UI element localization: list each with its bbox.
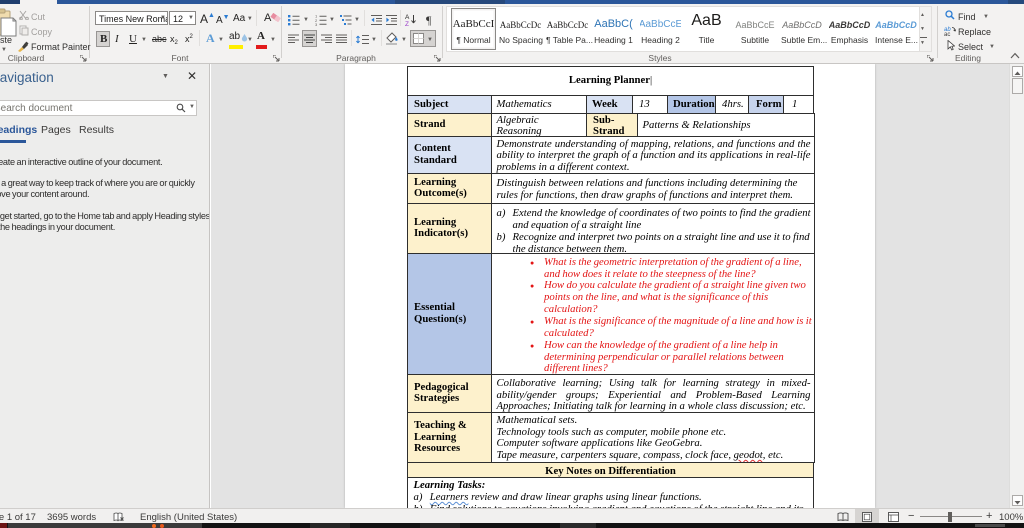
svg-text:3: 3 bbox=[315, 22, 318, 26]
svg-text:A: A bbox=[405, 14, 410, 21]
svg-text:Z: Z bbox=[405, 21, 409, 26]
svg-text:ac: ac bbox=[944, 32, 950, 36]
